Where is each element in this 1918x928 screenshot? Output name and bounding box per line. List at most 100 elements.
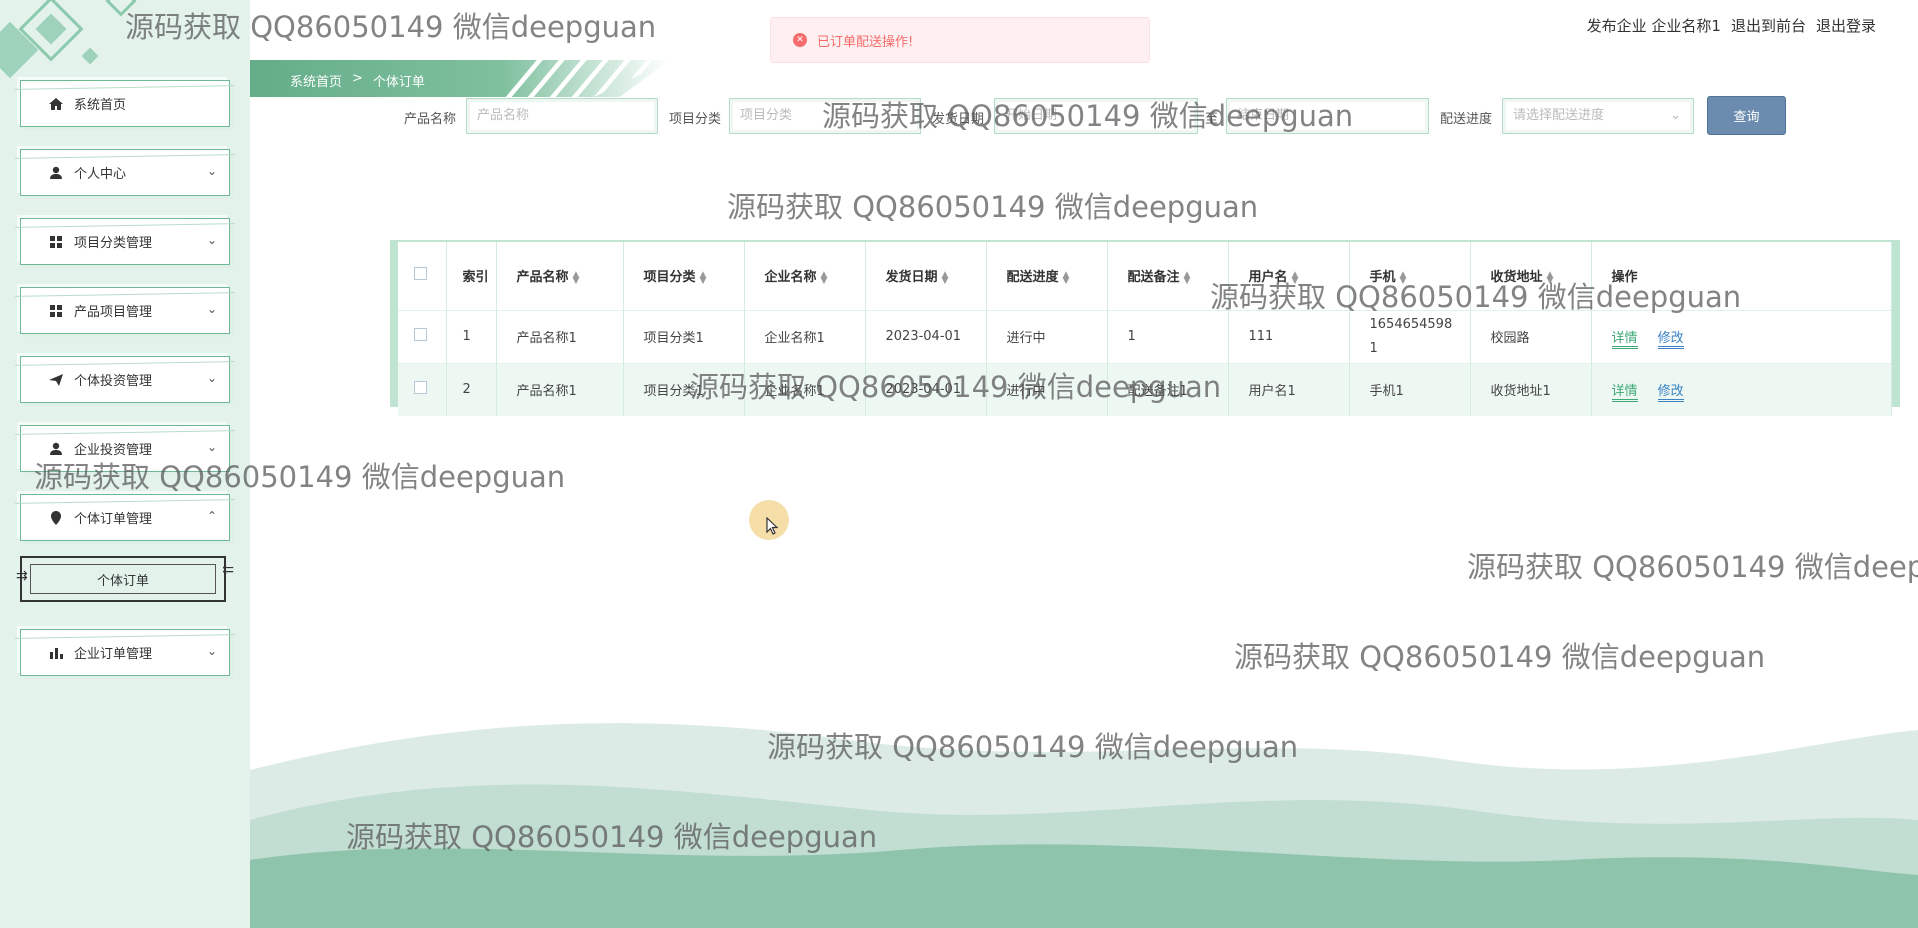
- cell-user: 111: [1228, 309, 1350, 363]
- chevron-up-icon: ⌃: [206, 509, 217, 523]
- breadcrumb-current: 个体订单: [372, 75, 425, 90]
- orders-table: 索引 产品名称 ▲ ▼ 项目分类 ▲ ▼ 企业名称 ▲ ▼ 发货日期 ▲ ▼ 配送进度 ▲ ▼ 配送…: [390, 240, 1900, 416]
- chevron-down-icon: ⌄: [206, 233, 217, 247]
- chevron-down-icon: ⌄: [206, 302, 217, 316]
- home-icon: [48, 96, 64, 112]
- sort-icon[interactable]: ▲ ▼: [1292, 270, 1299, 285]
- select-all-header: [398, 242, 447, 310]
- detail-link[interactable]: 详情: [1611, 331, 1638, 349]
- location-pin-icon: [48, 510, 64, 526]
- breadcrumb-home[interactable]: 系统首页: [290, 71, 342, 90]
- sidebar-item-label: 企业投资管理: [74, 443, 153, 458]
- sidebar-item-company-investment[interactable]: 企业投资管理 ⌄: [20, 425, 230, 472]
- sidebar-item-individual-orders[interactable]: 个体订单管理 ⌃: [20, 494, 230, 541]
- cell-index: 2: [446, 362, 497, 416]
- column-header-phone[interactable]: 手机 ▲ ▼: [1349, 242, 1471, 310]
- company-account-link[interactable]: 发布企业 企业名称1: [1587, 15, 1721, 36]
- column-header-remark[interactable]: 配送备注 ▲ ▼: [1107, 242, 1229, 310]
- column-header-user[interactable]: 用户名 ▲ ▼: [1228, 242, 1350, 310]
- sort-icon[interactable]: ▲ ▼: [942, 270, 949, 285]
- watermark: 源码获取 QQ86050149 微信deepguan: [727, 190, 1259, 224]
- column-header-address[interactable]: 收货地址 ▲ ▼: [1470, 242, 1592, 310]
- cell-date: 2023-04-01: [865, 309, 987, 363]
- progress-select[interactable]: 请选择配送进度 ⌄: [1502, 98, 1694, 134]
- cell-category: 项目分类1: [623, 362, 745, 416]
- cell-date: 2023-04-01: [865, 362, 987, 416]
- chevron-down-icon: ⌄: [206, 440, 217, 454]
- sidebar-item-label: 企业订单管理: [74, 647, 153, 662]
- query-button[interactable]: 查询: [1707, 96, 1786, 135]
- table-header-row: 索引 产品名称 ▲ ▼ 项目分类 ▲ ▼ 企业名称 ▲ ▼ 发货日期 ▲ ▼ 配送进度 ▲ ▼ 配送…: [398, 242, 1892, 310]
- grid-icon: [48, 303, 64, 319]
- sort-icon[interactable]: ▲ ▼: [700, 270, 707, 285]
- breadcrumb: 系统首页 > 个体订单: [290, 71, 425, 90]
- row-checkbox[interactable]: [414, 381, 427, 395]
- category-input[interactable]: 项目分类: [729, 98, 921, 134]
- progress-label: 配送进度: [1440, 112, 1493, 127]
- chevron-down-icon: ⌄: [206, 371, 217, 385]
- close-circle-icon: ✕: [793, 33, 807, 47]
- sort-icon[interactable]: ▲ ▼: [1547, 270, 1554, 285]
- sidebar-item-label: 个体投资管理: [74, 374, 153, 389]
- cell-index: 1: [446, 309, 497, 363]
- cell-company: 企业名称1: [744, 362, 866, 416]
- column-header-progress[interactable]: 配送进度 ▲ ▼: [986, 242, 1108, 310]
- back-to-frontend-link[interactable]: 退出到前台: [1731, 15, 1806, 36]
- toast-message: ✕ 已订单配送操作!: [770, 17, 1150, 63]
- sidebar-item-label: 项目分类管理: [74, 236, 153, 251]
- cell-address: 校园路: [1470, 309, 1592, 363]
- toast-text: 已订单配送操作!: [817, 34, 914, 50]
- bar-chart-icon: [48, 645, 64, 661]
- column-header-company[interactable]: 企业名称 ▲ ▼: [744, 242, 866, 310]
- cell-actions: 详情 修改: [1591, 362, 1892, 416]
- sidebar-item-personal-center[interactable]: 个人中心 ⌄: [20, 149, 230, 196]
- cell-product: 产品名称1: [496, 309, 624, 363]
- sort-icon[interactable]: ▲ ▼: [573, 270, 580, 285]
- cell-product: 产品名称1: [496, 362, 624, 416]
- column-header-category[interactable]: 项目分类 ▲ ▼: [623, 242, 745, 310]
- edit-link[interactable]: 修改: [1657, 331, 1684, 349]
- column-header-product[interactable]: 产品名称 ▲ ▼: [496, 242, 624, 310]
- select-all-checkbox[interactable]: [414, 267, 427, 281]
- sidebar-item-company-orders[interactable]: 企业订单管理 ⌄: [20, 629, 230, 676]
- user-icon: [48, 441, 64, 457]
- ship-date-start-input[interactable]: 开始日期: [994, 98, 1198, 134]
- submenu-item-individual-orders[interactable]: ⇉ 个体订单 ⇇: [16, 556, 234, 602]
- sort-icon[interactable]: ▲ ▼: [821, 270, 828, 285]
- cell-progress: 进行中: [986, 362, 1108, 416]
- sidebar-item-label: 个人中心: [74, 167, 127, 182]
- ship-date-label: 发货日期: [932, 112, 985, 127]
- watermark: 源码获取 QQ86050149 微信deepguan: [1467, 550, 1918, 584]
- edit-link[interactable]: 修改: [1657, 384, 1684, 403]
- cell-address: 收货地址1: [1470, 362, 1592, 416]
- sort-icon[interactable]: ▲ ▼: [1184, 270, 1191, 285]
- product-name-input[interactable]: 产品名称: [466, 98, 658, 134]
- sidebar-item-individual-investment[interactable]: 个体投资管理 ⌄: [20, 356, 230, 403]
- wave-background: [250, 723, 1918, 928]
- column-header-date[interactable]: 发货日期 ▲ ▼: [865, 242, 987, 310]
- progress-select-placeholder: 请选择配送进度: [1513, 108, 1605, 123]
- sidebar-item-label: 个体订单管理: [74, 512, 153, 527]
- sidebar-item-category-management[interactable]: 项目分类管理 ⌄: [20, 218, 230, 265]
- cell-phone: 手机1: [1349, 362, 1471, 416]
- logout-link[interactable]: 退出登录: [1816, 15, 1876, 36]
- sort-icon[interactable]: ▲ ▼: [1063, 270, 1070, 285]
- column-header-index: 索引: [446, 242, 497, 310]
- cell-remark: 1: [1107, 309, 1229, 363]
- cell-progress: 进行中: [986, 309, 1108, 363]
- sidebar-item-home[interactable]: 系统首页: [20, 80, 230, 127]
- cell-category: 项目分类1: [623, 309, 745, 363]
- sidebar-decoration: [0, 0, 200, 90]
- send-icon: [48, 372, 64, 388]
- detail-link[interactable]: 详情: [1611, 384, 1638, 403]
- user-icon: [48, 165, 64, 181]
- table-row: 2 产品名称1 项目分类1 企业名称1 2023-04-01 进行中 配送备注1…: [398, 362, 1892, 416]
- ship-date-end-input[interactable]: 结束日期: [1226, 98, 1429, 134]
- sidebar-item-label: 系统首页: [74, 98, 127, 113]
- sidebar-item-product-management[interactable]: 产品项目管理 ⌄: [20, 287, 230, 334]
- sort-icon[interactable]: ▲ ▼: [1400, 270, 1407, 285]
- watermark: 源码获取 QQ86050149 微信deepguan: [1234, 640, 1766, 674]
- chevron-down-icon: ⌄: [1670, 108, 1681, 123]
- row-checkbox[interactable]: [414, 328, 427, 341]
- cell-company: 企业名称1: [744, 309, 866, 363]
